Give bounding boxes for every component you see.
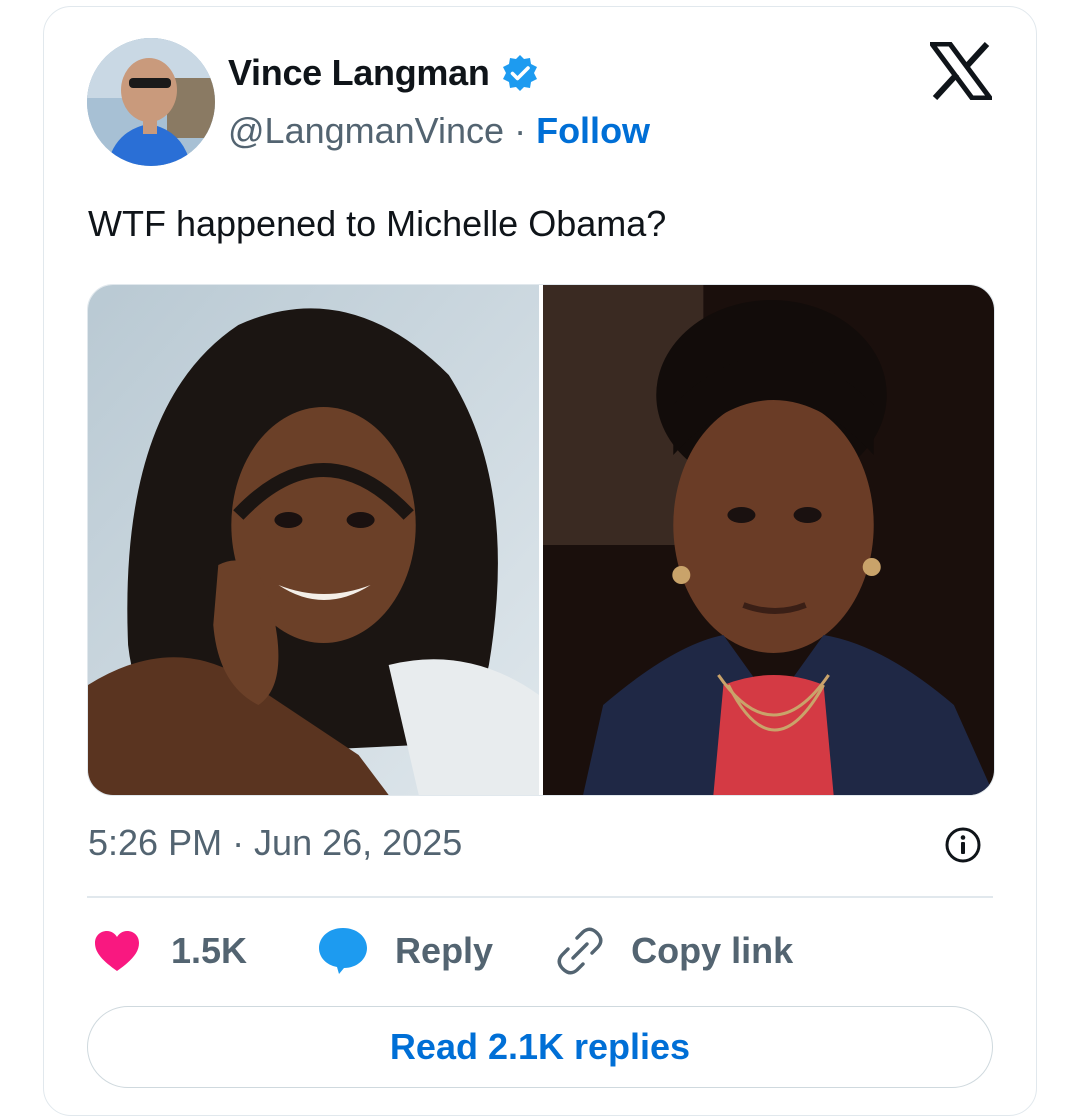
- divider: [87, 896, 993, 898]
- author-name[interactable]: Vince Langman: [228, 52, 490, 94]
- tweet-media[interactable]: [87, 284, 995, 796]
- copy-link-label: Copy link: [631, 930, 794, 971]
- like-count: 1.5K: [171, 930, 248, 971]
- heart-icon: [95, 931, 139, 971]
- author-handle[interactable]: @LangmanVince: [228, 110, 504, 152]
- read-replies-button[interactable]: Read 2.1K replies: [87, 1006, 993, 1088]
- portrait-photo-left: [88, 285, 539, 795]
- photo-right[interactable]: [543, 285, 994, 795]
- verified-badge-icon: [502, 55, 537, 91]
- x-logo-icon[interactable]: [930, 42, 992, 100]
- tweet-text: WTF happened to Michelle Obama?: [88, 203, 667, 244]
- reply-button[interactable]: Reply: [317, 926, 493, 976]
- author-handle-row: @LangmanVince · Follow: [228, 110, 650, 152]
- tweet-timestamp[interactable]: 5:26 PM · Jun 26, 2025: [88, 822, 462, 864]
- photo-left[interactable]: [88, 285, 539, 795]
- author-avatar[interactable]: [87, 38, 215, 166]
- like-button[interactable]: 1.5K: [93, 929, 247, 973]
- speech-bubble-icon: [319, 928, 368, 974]
- follow-button[interactable]: Follow: [536, 110, 650, 152]
- info-icon[interactable]: [944, 826, 982, 864]
- action-bar: 1.5K Reply Copy link: [93, 926, 793, 976]
- reply-label: Reply: [395, 930, 494, 971]
- portrait-photo-right: [543, 285, 994, 795]
- author-name-row: Vince Langman: [228, 52, 540, 94]
- copy-link-button[interactable]: Copy link: [555, 926, 793, 976]
- separator: ·: [514, 110, 527, 151]
- link-icon: [557, 927, 603, 975]
